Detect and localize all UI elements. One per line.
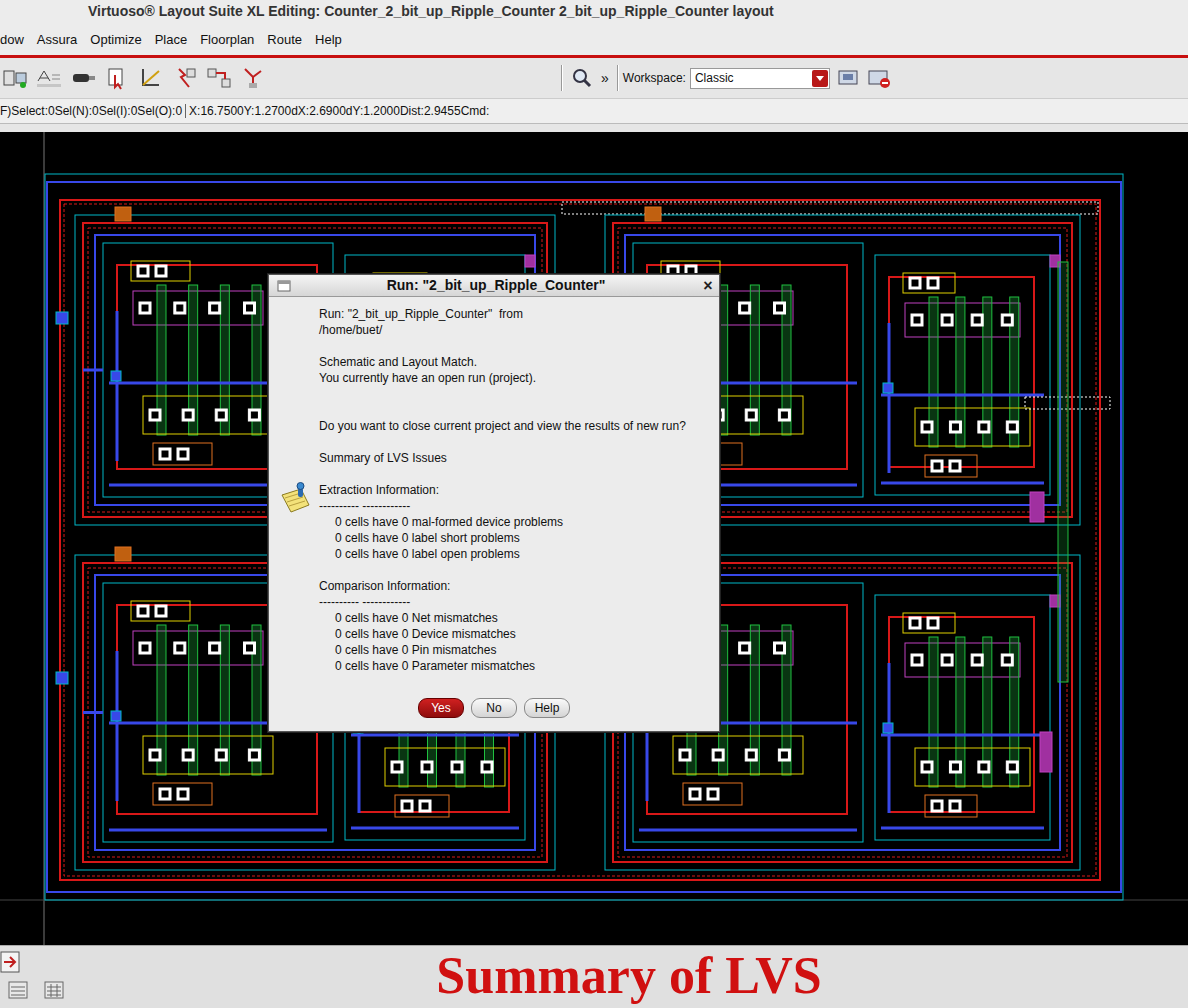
- stretch-icon[interactable]: [170, 65, 200, 91]
- dialog-title: Run: "2_bit_up_Ripple_Counter": [295, 275, 697, 296]
- toolbar-separator: [617, 65, 619, 91]
- caption: Summary of LVS: [436, 946, 821, 1008]
- menu-item[interactable]: Route: [267, 30, 308, 50]
- message-line: Summary of LVS Issues: [319, 450, 686, 466]
- delete-workspace-icon[interactable]: [864, 65, 894, 91]
- summary-item: 0 cells have 0 Device mismatches: [319, 626, 686, 642]
- window-menu-icon[interactable]: [273, 278, 295, 294]
- zoom-icon[interactable]: [567, 65, 597, 91]
- add-instance-icon[interactable]: [0, 65, 30, 91]
- dropdown-arrow-icon[interactable]: [812, 70, 828, 87]
- wire-icon[interactable]: [238, 65, 268, 91]
- message-line: Run: "2_bit_up_Ripple_Counter" from: [319, 306, 686, 322]
- menu-bar: dow Assura Optimize Place Floorplan Route Help: [0, 24, 1188, 58]
- label-icon[interactable]: [34, 65, 64, 91]
- menu-item[interactable]: Floorplan: [200, 30, 260, 50]
- grid-view-icon[interactable]: [44, 981, 64, 999]
- note-icon: [279, 481, 313, 515]
- button-label: Yes: [431, 701, 451, 715]
- selection-status: F)Select:0Sel(N):0Sel(I):0Sel(O):0: [0, 102, 182, 120]
- message-block: Summary of LVS Issues: [319, 450, 686, 466]
- menu-item[interactable]: dow: [0, 30, 30, 50]
- cursor-coordinates: X:16.7500Y:1.2700dX:2.6900dY:1.2000Dist:…: [189, 102, 489, 120]
- menu-item[interactable]: Help: [315, 30, 348, 50]
- select-icon[interactable]: [102, 65, 132, 91]
- summary-section: Extraction Information:---------- ------…: [319, 482, 686, 562]
- message-line: Schematic and Layout Match.: [319, 354, 686, 370]
- workspace-label: Workspace:: [623, 69, 686, 87]
- summary-item: 0 cells have 0 Parameter mismatches: [319, 658, 686, 674]
- workspace-select[interactable]: Classic: [690, 68, 830, 89]
- message-block: Schematic and Layout Match.You currently…: [319, 354, 686, 386]
- window-title: Virtuoso® Layout Suite XL Editing: Count…: [0, 0, 1188, 24]
- message-line: /home/buet/: [319, 322, 686, 338]
- workspace-value: Classic: [695, 69, 734, 87]
- section-rule: ---------- ------------: [319, 594, 686, 610]
- message-line: Do you want to close current project and…: [319, 418, 686, 434]
- menu-item[interactable]: Assura: [37, 30, 83, 50]
- bottom-bar: Summary of LVS: [0, 945, 1188, 1008]
- save-workspace-icon[interactable]: [834, 65, 864, 91]
- dialog-titlebar: Run: "2_bit_up_Ripple_Counter" ×: [269, 275, 719, 297]
- list-view-icon[interactable]: [8, 981, 28, 999]
- layout-canvas[interactable]: Run: "2_bit_up_Ripple_Counter" × Run: "2…: [0, 132, 1188, 945]
- summary-item: 0 cells have 0 Net mismatches: [319, 610, 686, 626]
- summary-section: Comparison Information:---------- ------…: [319, 578, 686, 674]
- mouse-mode-icon[interactable]: [0, 951, 20, 973]
- section-title: Comparison Information:: [319, 578, 686, 594]
- menu-item[interactable]: Optimize: [90, 30, 147, 50]
- toolbar-separator: [561, 65, 563, 91]
- summary-item: 0 cells have 0 mal-formed device problem…: [319, 514, 686, 530]
- status-separator: [185, 104, 186, 118]
- probe-icon[interactable]: [68, 65, 98, 91]
- button-label: No: [486, 701, 501, 715]
- dialog-message: Run: "2_bit_up_Ripple_Counter" from/home…: [319, 306, 686, 698]
- ruler-icon[interactable]: [136, 65, 166, 91]
- status-line: F)Select:0Sel(N):0Sel(I):0Sel(O):0 X:16.…: [0, 98, 1188, 124]
- toolbar: » Workspace: Classic: [0, 58, 1188, 98]
- tool-group: [0, 65, 557, 91]
- summary-item: 0 cells have 0 label short problems: [319, 530, 686, 546]
- more-button[interactable]: »: [597, 68, 613, 89]
- summary-item: 0 cells have 0 label open problems: [319, 546, 686, 562]
- close-button[interactable]: ×: [697, 274, 719, 298]
- message-line: You currently have an open run (project)…: [319, 370, 686, 386]
- lvs-dialog: Run: "2_bit_up_Ripple_Counter" × Run: "2…: [268, 274, 720, 732]
- message-block: Do you want to close current project and…: [319, 418, 686, 434]
- yes-button[interactable]: Yes: [418, 698, 464, 718]
- no-button[interactable]: No: [471, 698, 517, 718]
- button-label: Help: [535, 701, 560, 715]
- section-rule: ---------- ------------: [319, 498, 686, 514]
- route-icon[interactable]: [204, 65, 234, 91]
- section-title: Extraction Information:: [319, 482, 686, 498]
- dialog-buttons: Yes No Help: [269, 698, 719, 731]
- menu-item[interactable]: Place: [155, 30, 194, 50]
- message-block: Run: "2_bit_up_Ripple_Counter" from/home…: [319, 306, 686, 338]
- summary-item: 0 cells have 0 Pin mismatches: [319, 642, 686, 658]
- help-button[interactable]: Help: [524, 698, 570, 718]
